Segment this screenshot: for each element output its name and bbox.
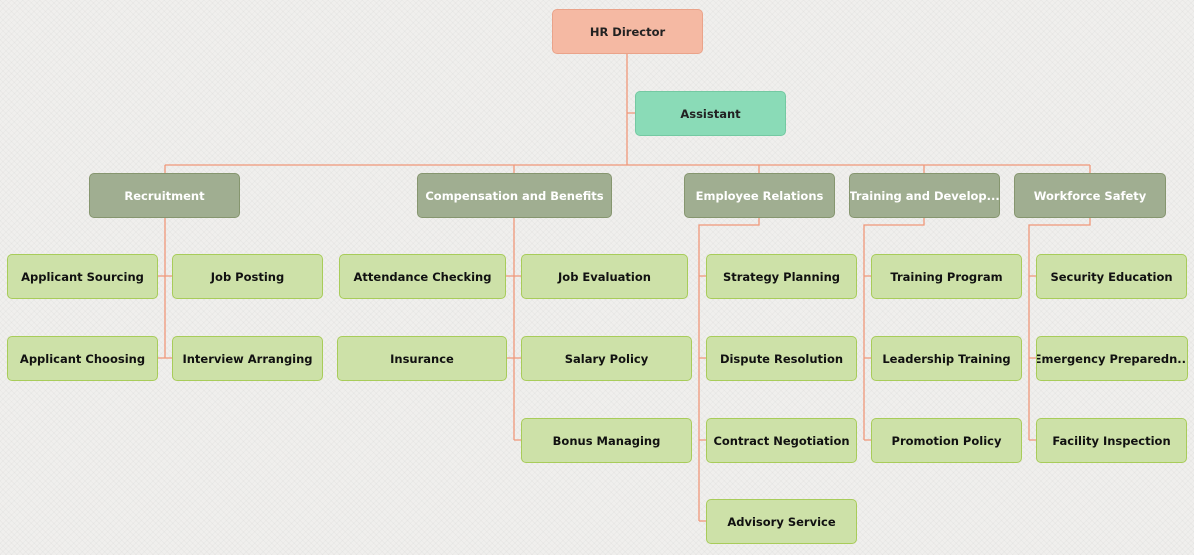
node-assistant[interactable]: Assistant	[635, 91, 786, 136]
node-dispute-resolution[interactable]: Dispute Resolution	[706, 336, 857, 381]
node-leadership-training[interactable]: Leadership Training	[871, 336, 1022, 381]
node-job-evaluation[interactable]: Job Evaluation	[521, 254, 688, 299]
node-training-program[interactable]: Training Program	[871, 254, 1022, 299]
node-interview-arranging[interactable]: Interview Arranging	[172, 336, 323, 381]
node-facility-inspection[interactable]: Facility Inspection	[1036, 418, 1187, 463]
node-employee-relations[interactable]: Employee Relations	[684, 173, 835, 218]
node-recruitment[interactable]: Recruitment	[89, 173, 240, 218]
node-bonus-managing[interactable]: Bonus Managing	[521, 418, 692, 463]
node-insurance[interactable]: Insurance	[337, 336, 507, 381]
node-contract-negotiation[interactable]: Contract Negotiation	[706, 418, 857, 463]
node-hr-director[interactable]: HR Director	[552, 9, 703, 54]
node-compensation-benefits[interactable]: Compensation and Benefits	[417, 173, 612, 218]
node-advisory-service[interactable]: Advisory Service	[706, 499, 857, 544]
node-attendance-checking[interactable]: Attendance Checking	[339, 254, 506, 299]
node-applicant-sourcing[interactable]: Applicant Sourcing	[7, 254, 158, 299]
node-workforce-safety[interactable]: Workforce Safety	[1014, 173, 1166, 218]
node-job-posting[interactable]: Job Posting	[172, 254, 323, 299]
node-promotion-policy[interactable]: Promotion Policy	[871, 418, 1022, 463]
node-training-development[interactable]: Training and Develop...	[849, 173, 1000, 218]
node-salary-policy[interactable]: Salary Policy	[521, 336, 692, 381]
node-security-education[interactable]: Security Education	[1036, 254, 1187, 299]
node-emergency-preparedness[interactable]: Emergency Preparedn...	[1036, 336, 1188, 381]
node-applicant-choosing[interactable]: Applicant Choosing	[7, 336, 158, 381]
node-strategy-planning[interactable]: Strategy Planning	[706, 254, 857, 299]
